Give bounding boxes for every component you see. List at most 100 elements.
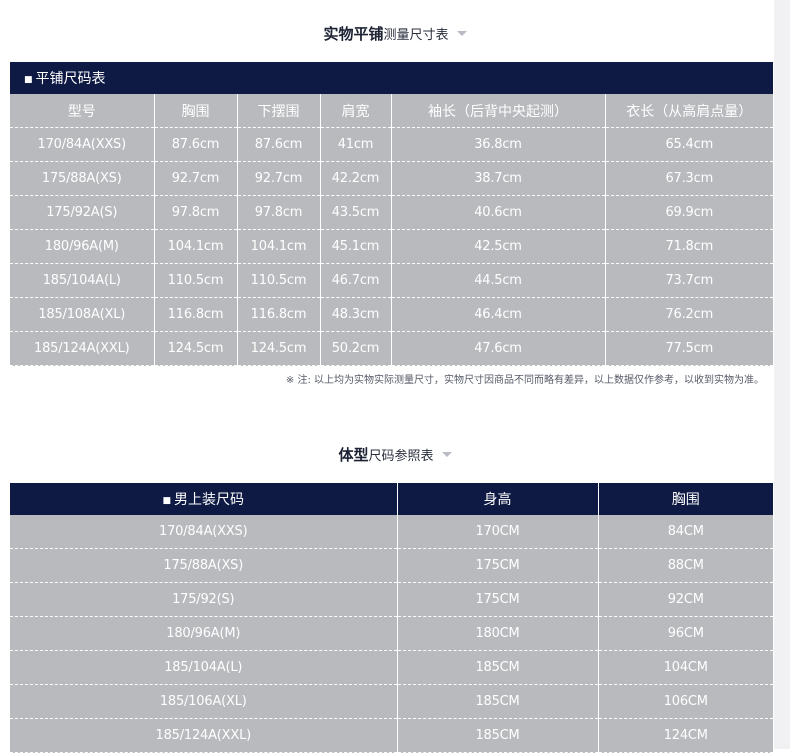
table-cell: 106CM	[598, 684, 773, 719]
column-header: 肩宽	[320, 94, 392, 128]
table-row: 180/96A(M) 180CM 96CM	[10, 616, 773, 651]
table-cell: 124.5cm	[237, 331, 321, 366]
table-body: 170/84A(XXS) 170CM 84CM 175/88A(XS) 175CM 88C…	[10, 515, 773, 753]
table-cell: 96CM	[598, 616, 773, 651]
table-cell: 185/106A(XL)	[10, 684, 398, 719]
table-cell: 92.7cm	[237, 161, 321, 196]
table-cell: 88CM	[598, 548, 773, 583]
scrollbar-track[interactable]	[774, 0, 790, 749]
measure-title-rest: 测量尺寸表	[383, 28, 449, 43]
table-cell: 175/92(S)	[10, 582, 398, 617]
table-cell: 180/96A(M)	[10, 616, 398, 651]
table-cell: 185CM	[397, 684, 599, 719]
table-row: 170/84A(XXS) 170CM 84CM	[10, 515, 773, 549]
table-cell: 87.6cm	[237, 127, 321, 162]
table-row: 185/124A(XXL) 185CM 124CM	[10, 718, 773, 753]
column-header: 衣长（从高肩点量）	[605, 94, 774, 128]
table-row: 185/104A(L) 110.5cm 110.5cm 46.7cm 44.5cm 73.…	[10, 263, 774, 298]
column-header: 型号	[10, 94, 155, 128]
column-header: 胸围	[598, 483, 773, 515]
body-section-title: 体型尺码参照表	[0, 444, 790, 465]
table-row: 180/96A(M) 104.1cm 104.1cm 45.1cm 42.5cm 71.8…	[10, 229, 774, 264]
body-size-table: ■ 男上装尺码 身高 胸围 170/84A(XXS) 170CM 84CM 175/88A(…	[10, 483, 773, 753]
measure-title-bold: 实物平铺	[323, 25, 384, 43]
table-cell: 180/96A(M)	[10, 229, 155, 264]
table-cell: 47.6cm	[391, 331, 606, 366]
table-row: 185/106A(XL) 185CM 106CM	[10, 684, 773, 719]
measurement-note: ※ 注: 以上均为实物实际测量尺寸，实物尺寸因商品不同而略有差异，以上数据仅作参…	[285, 375, 764, 386]
table-row: 175/92A(S) 97.8cm 97.8cm 43.5cm 40.6cm 69.9cm	[10, 195, 774, 230]
table-row: 185/108A(XL) 116.8cm 116.8cm 48.3cm 46.4cm 76…	[10, 297, 774, 332]
column-header: 下摆围	[237, 94, 321, 128]
table-cell: 110.5cm	[154, 263, 238, 298]
table-cell: 185/104A(L)	[10, 263, 155, 298]
table-row: 170/84A(XXS) 87.6cm 87.6cm 41cm 36.8cm 65.4cm	[10, 127, 774, 162]
table-cell: 185/108A(XL)	[10, 297, 155, 332]
table-cell: 97.8cm	[154, 195, 238, 230]
table-cell: 76.2cm	[605, 297, 774, 332]
table-cell: 38.7cm	[391, 161, 606, 196]
table-cell: 124CM	[598, 718, 773, 753]
table-header-row: ■ 男上装尺码 身高 胸围	[10, 483, 773, 515]
table-cell: 42.5cm	[391, 229, 606, 264]
table-cell: 46.7cm	[320, 263, 392, 298]
table-cell: 110.5cm	[237, 263, 321, 298]
flat-measure-table: ■ 平铺尺码表 型号 胸围 下摆围 肩宽 袖长（后背中央起测） 衣长（从高肩点量） 170/…	[10, 62, 774, 366]
table-cell: 43.5cm	[320, 195, 392, 230]
table-cell: 45.1cm	[320, 229, 392, 264]
table-cell: 175CM	[397, 548, 599, 583]
table-cell: 92CM	[598, 582, 773, 617]
table-body: 170/84A(XXS) 87.6cm 87.6cm 41cm 36.8cm 65.4cm…	[10, 127, 774, 366]
table-cell: 67.3cm	[605, 161, 774, 196]
table-cell: 116.8cm	[154, 297, 238, 332]
table-cell: 87.6cm	[154, 127, 238, 162]
column-header: 身高	[397, 483, 599, 515]
table-cell: 170/84A(XXS)	[10, 515, 398, 549]
table-cell: 40.6cm	[391, 195, 606, 230]
table-row: 175/92(S) 175CM 92CM	[10, 582, 773, 617]
table-cell: 84CM	[598, 515, 773, 549]
table-cell: 42.2cm	[320, 161, 392, 196]
square-bullet-icon: ■	[24, 75, 33, 85]
triangle-down-icon	[456, 31, 467, 36]
table-cell: 77.5cm	[605, 331, 774, 366]
table-cell: 104CM	[598, 650, 773, 685]
table-cell: 180CM	[397, 616, 599, 651]
table-caption-label: 平铺尺码表	[35, 71, 106, 87]
table-row: 185/124A(XXL) 124.5cm 124.5cm 50.2cm 47.6cm 7…	[10, 331, 774, 366]
square-bullet-icon: ■	[162, 496, 171, 506]
table-cell: 97.8cm	[237, 195, 321, 230]
body-title-rest: 尺码参照表	[368, 449, 434, 464]
table-cell: 116.8cm	[237, 297, 321, 332]
column-header: 胸围	[154, 94, 238, 128]
table-cell: 71.8cm	[605, 229, 774, 264]
table-caption: ■ 平铺尺码表	[10, 62, 774, 94]
table-cell: 69.9cm	[605, 195, 774, 230]
table-cell: 175/88A(XS)	[10, 548, 398, 583]
table-cell: 185/124A(XXL)	[10, 718, 398, 753]
table-cell: 175/88A(XS)	[10, 161, 155, 196]
table-row: 175/88A(XS) 175CM 88CM	[10, 548, 773, 583]
table-cell: 170CM	[397, 515, 599, 549]
table-cell: 124.5cm	[154, 331, 238, 366]
triangle-down-icon	[441, 452, 452, 457]
table-cell: 185/124A(XXL)	[10, 331, 155, 366]
column-header-label: 男上装尺码	[174, 492, 244, 508]
table-cell: 185CM	[397, 718, 599, 753]
table-cell: 175/92A(S)	[10, 195, 155, 230]
table-cell: 36.8cm	[391, 127, 606, 162]
table-cell: 65.4cm	[605, 127, 774, 162]
table-cell: 50.2cm	[320, 331, 392, 366]
measure-section-title: 实物平铺测量尺寸表	[0, 23, 790, 44]
table-cell: 185CM	[397, 650, 599, 685]
table-cell: 44.5cm	[391, 263, 606, 298]
table-cell: 48.3cm	[320, 297, 392, 332]
table-cell: 73.7cm	[605, 263, 774, 298]
table-cell: 185/104A(L)	[10, 650, 398, 685]
table-cell: 92.7cm	[154, 161, 238, 196]
table-cell: 104.1cm	[237, 229, 321, 264]
table-cell: 170/84A(XXS)	[10, 127, 155, 162]
body-title-bold: 体型	[338, 446, 369, 464]
table-cell: 46.4cm	[391, 297, 606, 332]
column-header: 袖长（后背中央起测）	[391, 94, 606, 128]
